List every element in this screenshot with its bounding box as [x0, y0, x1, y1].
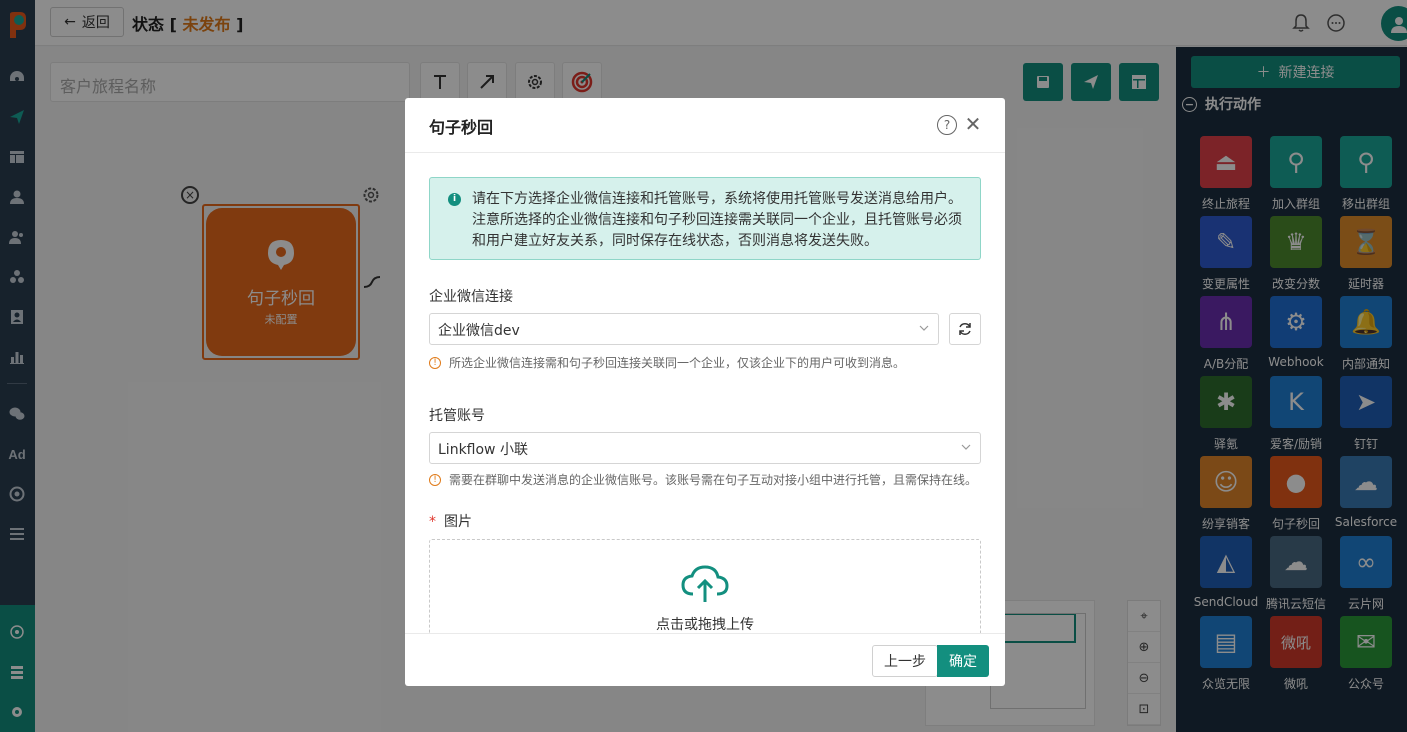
refresh-button[interactable]	[949, 313, 981, 345]
confirm-button[interactable]: 确定	[937, 645, 989, 677]
modal-body: i 请在下方选择企业微信连接和托管账号，系统将使用托管账号发送消息给用户。注意所…	[405, 153, 1005, 633]
cloud-upload-icon	[681, 565, 729, 602]
info-icon: i	[448, 193, 461, 206]
account-value: Linkflow 小联	[438, 442, 528, 458]
account-label: 托管账号	[429, 408, 485, 424]
modal-title: 句子秒回	[429, 118, 494, 137]
account-hint-text: 需要在群聊中发送消息的企业微信账号。该账号需在句子互动对接小组中进行托管，且需保…	[449, 473, 978, 487]
upload-text: 点击或拖拽上传	[656, 617, 754, 633]
wecom-hint-text: 所选企业微信连接需和句子秒回连接关联同一个企业，仅该企业下的用户可收到消息。	[449, 356, 906, 370]
previous-button[interactable]: 上一步	[872, 645, 938, 677]
image-upload-area[interactable]: 点击或拖拽上传	[429, 539, 981, 633]
info-alert: i 请在下方选择企业微信连接和托管账号，系统将使用托管账号发送消息给用户。注意所…	[429, 177, 981, 260]
chevron-down-icon	[961, 444, 971, 450]
account-hint: ! 需要在群聊中发送消息的企业微信账号。该账号需在句子互动对接小组中进行托管，且…	[429, 471, 977, 488]
account-select[interactable]: Linkflow 小联	[429, 432, 981, 464]
config-modal: 句子秒回 ? ✕ i 请在下方选择企业微信连接和托管账号，系统将使用托管账号发送…	[405, 98, 1005, 686]
warning-icon: !	[429, 473, 441, 486]
info-text: 请在下方选择企业微信连接和托管账号，系统将使用托管账号发送消息给用户。注意所选择…	[472, 191, 962, 249]
required-marker: *	[429, 514, 436, 530]
wecom-value: 企业微信dev	[438, 323, 520, 339]
close-icon[interactable]: ✕	[963, 112, 983, 136]
image-label: * 图片	[429, 511, 472, 531]
refresh-icon	[959, 323, 971, 335]
wecom-label: 企业微信连接	[429, 289, 513, 305]
image-label-text: 图片	[444, 514, 472, 530]
wecom-select[interactable]: 企业微信dev	[429, 313, 939, 345]
warning-icon: !	[429, 356, 441, 369]
help-icon[interactable]: ?	[937, 115, 957, 135]
wecom-hint: ! 所选企业微信连接需和句子秒回连接关联同一个企业，仅该企业下的用户可收到消息。	[429, 354, 905, 371]
modal-footer: 上一步 确定	[405, 633, 1005, 686]
chevron-down-icon	[919, 325, 929, 331]
modal-header: 句子秒回 ? ✕	[405, 98, 1005, 153]
